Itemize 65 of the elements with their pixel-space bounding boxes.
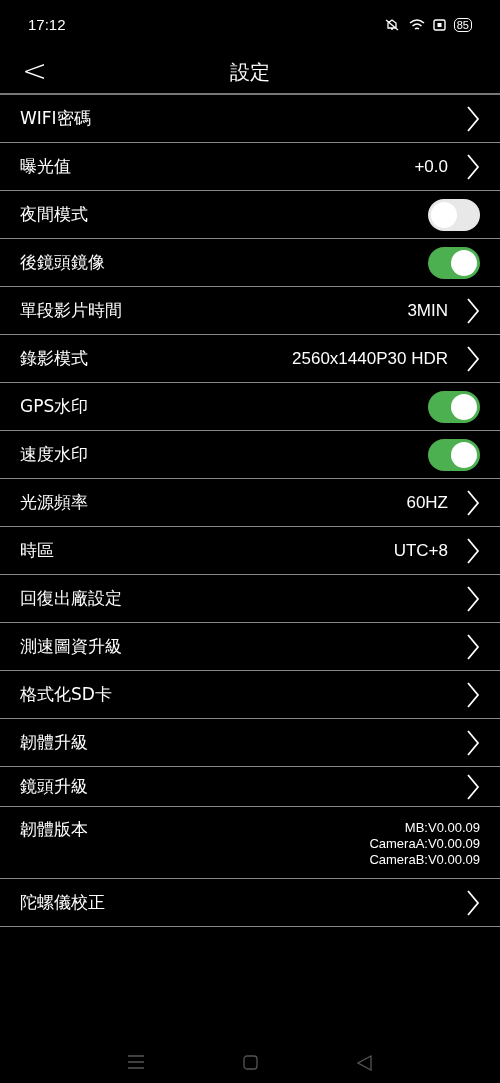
settings-row[interactable]: GPS水印 [0,383,500,431]
row-label: 韌體版本 [20,818,89,841]
version-text: CameraB:V0.00.09 [369,852,480,868]
chevron-right-icon [466,633,480,660]
row-value: 60HZ [406,491,448,514]
row-label: GPS水印 [20,394,90,418]
row-value: UTC+8 [393,539,448,562]
toggle-switch[interactable] [428,198,480,231]
chevron-right-icon [466,489,480,516]
wifi-icon [408,18,425,32]
chevron-right-icon [466,537,480,564]
row-label: 測速圖資升級 [20,634,123,658]
row-label: 韌體升級 [20,730,89,754]
settings-row[interactable]: 光源頻率 60HZ [0,479,500,527]
settings-row[interactable]: 錄影模式 2560x1440P30 HDR [0,335,500,383]
row-label: 格式化SD卡 [20,682,113,706]
settings-row[interactable]: 後鏡頭鏡像 [0,239,500,287]
settings-row[interactable]: 陀螺儀校正 [0,879,500,927]
row-value: 3MIN [407,299,448,322]
row-label: 單段影片時間 [20,298,123,322]
row-label: 曝光值 [20,154,72,178]
chevron-right-icon [466,585,480,612]
row-label: 鏡頭升級 [20,774,89,798]
row-value: +0.0 [414,155,448,178]
row-label: 光源頻率 [20,490,89,514]
settings-row[interactable]: 鏡頭升級 [0,767,500,807]
row-label: 速度水印 [20,442,89,466]
settings-row[interactable]: 格式化SD卡 [0,671,500,719]
row-label: 時區 [20,538,55,562]
battery-indicator: 85 [453,18,472,32]
back-button[interactable]: < [22,56,48,86]
row-label: 夜間模式 [20,202,89,226]
row-label: 陀螺儀校正 [20,890,106,914]
toggle-switch[interactable] [428,438,480,471]
settings-row[interactable]: 夜間模式 [0,191,500,239]
toggle-switch[interactable] [428,246,480,279]
version-text: CameraA:V0.00.09 [369,836,480,852]
back-icon[interactable] [357,1055,372,1071]
row-label: WIFI密碼 [20,106,92,130]
page-title: 設定 [230,58,270,86]
toggle-switch[interactable] [428,390,480,423]
chevron-right-icon [466,105,480,132]
chevron-right-icon [466,153,480,180]
row-value: 2560x1440P30 HDR [292,347,448,370]
row-label: 後鏡頭鏡像 [20,250,106,274]
status-time: 17:12 [28,14,66,35]
settings-row[interactable]: 曝光值 +0.0 [0,143,500,191]
version-text: MB:V0.00.09 [404,820,480,836]
chevron-right-icon [466,345,480,372]
row-label: 錄影模式 [20,346,89,370]
settings-row[interactable]: 測速圖資升級 [0,623,500,671]
chevron-right-icon [466,681,480,708]
settings-row[interactable]: WIFI密碼 [0,95,500,143]
settings-row[interactable]: 韌體升級 [0,719,500,767]
chevron-right-icon [466,889,480,916]
settings-row[interactable]: 速度水印 [0,431,500,479]
chevron-right-icon [466,729,480,756]
chevron-right-icon [466,773,480,800]
settings-row[interactable]: 回復出廠設定 [0,575,500,623]
chevron-right-icon [466,297,480,324]
settings-row[interactable]: 時區 UTC+8 [0,527,500,575]
settings-row[interactable]: 單段影片時間 3MIN [0,287,500,335]
row-label: 回復出廠設定 [20,586,123,610]
home-icon[interactable] [243,1055,258,1070]
sim-icon [432,19,446,31]
